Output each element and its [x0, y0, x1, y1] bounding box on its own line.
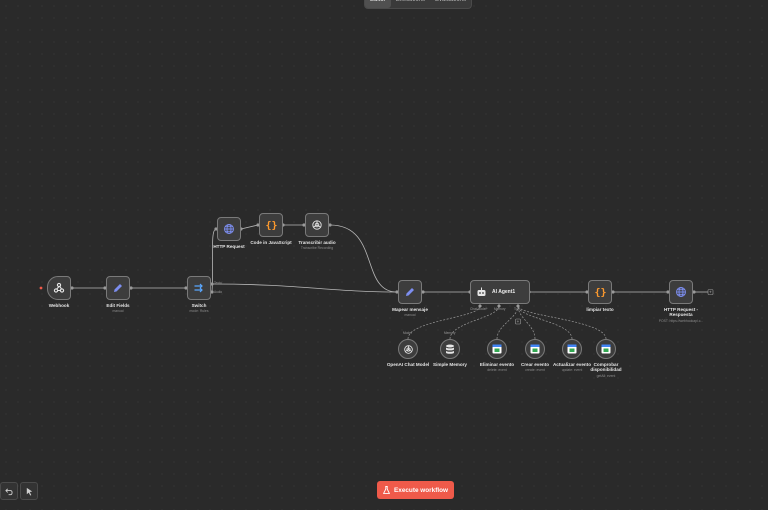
switch-output-texto: Texto	[214, 281, 222, 285]
openai-chat-model-label: OpenAI Chat Model	[386, 362, 430, 367]
webhook-node[interactable]	[47, 276, 71, 300]
robot-icon	[477, 287, 486, 296]
http-response-node[interactable]	[669, 280, 693, 304]
calendar-icon	[530, 344, 540, 354]
calendar-icon	[601, 344, 611, 354]
switch-icon	[194, 283, 203, 293]
eliminar-evento-label: Eliminar evento	[479, 362, 515, 367]
switch-sub: mode: Rules	[189, 309, 209, 313]
crear-evento-sub: create: event	[525, 368, 545, 372]
agent-port-chat-model: Chat Model*	[470, 307, 488, 311]
wire-http-code	[240, 224, 259, 230]
eliminar-evento-sub: delete: event	[487, 368, 507, 372]
mapear-node[interactable]	[398, 280, 422, 304]
agent-port-memory: Memory	[494, 307, 506, 311]
calendar-icon	[567, 344, 577, 354]
transcribe-node[interactable]	[305, 213, 329, 237]
code-js-label: Code in JavaScript	[250, 240, 292, 245]
globe-icon	[676, 287, 686, 297]
ai-agent-node[interactable]: AI Agent1	[470, 280, 530, 304]
comprobar-disponibilidad-label: Comprobar disponibilidad	[589, 362, 623, 372]
pencil-icon	[406, 288, 414, 296]
actualizar-evento-label: Actualizar evento	[552, 362, 592, 367]
calendar-icon	[492, 344, 502, 354]
code-js-node[interactable]: {}	[259, 213, 283, 237]
memory-port-label: Memory	[444, 331, 456, 335]
openai-port-label: Model	[403, 331, 412, 335]
actualizar-evento-sub: update: event	[561, 368, 583, 372]
connections-layer: + +	[39, 223, 714, 340]
mapear-label: Mapear mensaje	[392, 307, 428, 312]
crear-evento-label: Crear evento	[520, 362, 550, 367]
simple-memory-label: Simple Memory	[433, 362, 467, 367]
flask-icon	[383, 486, 390, 494]
actualizar-evento-node[interactable]	[562, 339, 582, 359]
braces-icon: {}	[594, 288, 606, 299]
undo-button[interactable]	[0, 482, 18, 500]
pointer-mode-button[interactable]	[20, 482, 38, 500]
svg-text:{}: {}	[594, 288, 606, 299]
comprobar-disponibilidad-node[interactable]	[596, 339, 616, 359]
http-response-sub: POST: https://webhookapi.c...	[658, 319, 704, 323]
database-icon	[446, 344, 454, 354]
svg-text:{}: {}	[265, 221, 277, 232]
openai-icon	[403, 344, 413, 354]
svg-text:+: +	[709, 290, 712, 295]
eliminar-evento-node[interactable]	[487, 339, 507, 359]
svg-text:+: +	[517, 319, 520, 324]
switch-label: Switch	[191, 303, 207, 308]
undo-icon	[4, 487, 13, 495]
globe-icon	[224, 224, 234, 234]
execute-workflow-button[interactable]: Execute workflow	[377, 481, 454, 499]
webhook-icon	[53, 282, 65, 293]
switch-node[interactable]	[187, 276, 211, 300]
limpiar-label: limpiar texto	[586, 307, 614, 312]
edit-fields-node[interactable]	[106, 276, 130, 300]
braces-icon: {}	[265, 221, 277, 232]
openai-icon	[312, 220, 322, 230]
cursor-icon	[26, 487, 32, 496]
webhook-label: Webhook	[48, 303, 70, 308]
wire-actualizar-agent	[517, 305, 573, 340]
http-request-node[interactable]	[217, 217, 241, 241]
limpiar-node[interactable]: {}	[588, 280, 612, 304]
http-response-label: HTTP Request - Respuesta	[661, 307, 701, 317]
wire-transcribe-mapear	[329, 224, 398, 293]
http-request-label: HTTP Request	[213, 244, 245, 249]
edit-fields-label: Edit Fields	[106, 303, 130, 308]
mapear-sub: manual	[404, 313, 416, 317]
openai-chat-model-node[interactable]	[398, 339, 418, 359]
pencil-icon	[114, 284, 122, 292]
transcribe-label: Transcribir audio	[298, 240, 336, 245]
trigger-marker	[39, 286, 43, 290]
edit-fields-sub: manual	[112, 309, 124, 313]
simple-memory-node[interactable]	[440, 339, 460, 359]
comprobar-disponibilidad-sub: getAll: event	[596, 374, 616, 378]
transcribe-sub: Transcribe Recording	[300, 246, 334, 250]
execute-workflow-label: Execute workflow	[394, 486, 448, 494]
http-response-label-text: HTTP Request - Respuesta	[663, 307, 699, 317]
ai-agent-label: AI Agent1	[492, 289, 516, 295]
wire-switch-mapear	[211, 283, 398, 293]
crear-evento-node[interactable]	[525, 339, 545, 359]
comprobar-disponibilidad-text: Comprobar disponibilidad	[590, 362, 622, 372]
agent-port-tool: Tool	[514, 307, 520, 311]
switch-output-audio: Audio	[214, 290, 223, 294]
